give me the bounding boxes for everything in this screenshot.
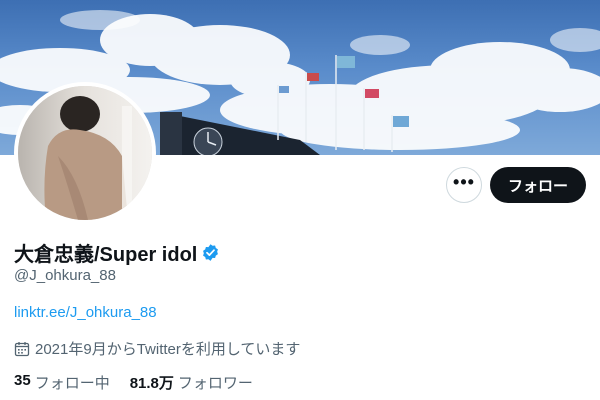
verified-badge-icon[interactable] <box>201 243 220 262</box>
name-row: 大倉忠義/Super idol <box>14 238 220 267</box>
more-icon: ••• <box>453 172 475 192</box>
join-date: 2021年9月からTwitterを利用しています <box>14 338 300 359</box>
follow-button[interactable]: フォロー <box>490 167 586 203</box>
profile-stats: 35 フォロー中 81.8万 フォロワー <box>14 372 273 393</box>
followers-count: 81.8万 <box>129 375 174 392</box>
user-handle: @J_ohkura_88 <box>14 267 116 284</box>
followers-label: フォロワー <box>177 375 253 392</box>
following-link[interactable]: 35 フォロー中 <box>14 372 110 393</box>
followers-link[interactable]: 81.8万 フォロワー <box>130 372 253 393</box>
calendar-icon <box>14 341 30 356</box>
join-date-text: 2021年9月からTwitterを利用しています <box>35 341 301 358</box>
profile-link[interactable]: linktr.ee/J_ohkura_88 <box>14 304 157 321</box>
display-name: 大倉忠義/Super idol <box>14 244 198 266</box>
following-count: 35 <box>14 372 31 389</box>
more-button[interactable]: ••• <box>446 167 482 203</box>
avatar[interactable] <box>14 82 156 224</box>
following-label: フォロー中 <box>34 375 110 392</box>
